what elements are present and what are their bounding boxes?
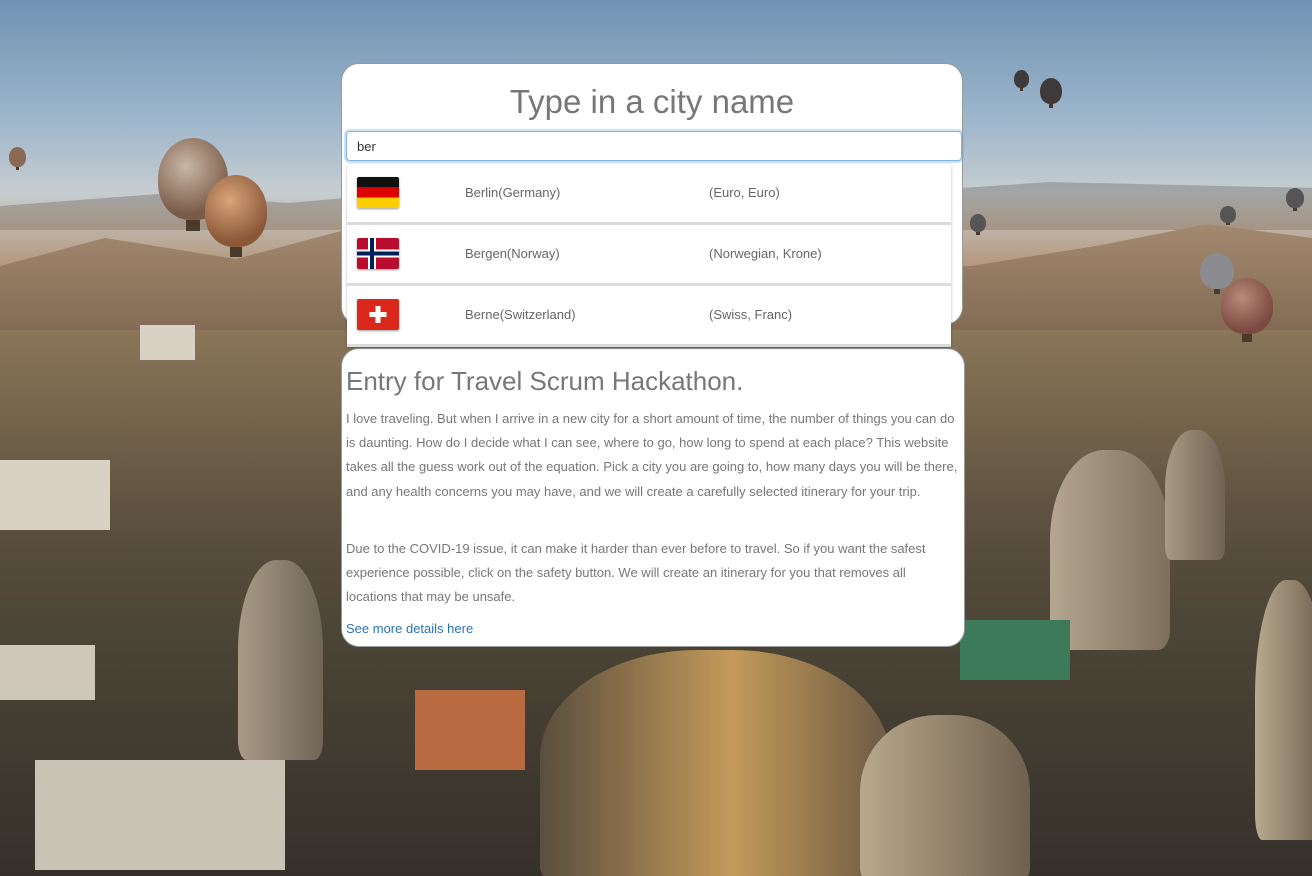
suggestion-city: Bergen(Norway) xyxy=(465,246,560,261)
suggestion-currency: (Swiss, Franc) xyxy=(709,307,793,322)
info-card: Entry for Travel Scrum Hackathon. I love… xyxy=(341,348,965,647)
suggestion-city: Berlin(Germany) xyxy=(465,185,561,200)
suggestion-currency: (Norwegian, Krone) xyxy=(709,246,822,261)
suggestion-currency: (Euro, Euro) xyxy=(709,185,780,200)
city-search-input[interactable] xyxy=(346,131,962,161)
suggestion-item-bergen[interactable]: Bergen(Norway) (Norwegian, Krone) xyxy=(347,225,951,286)
norway-flag-icon xyxy=(357,238,399,269)
suggestion-item-berlin[interactable]: Berlin(Germany) (Euro, Euro) xyxy=(347,164,951,225)
suggestion-city: Berne(Switzerland) xyxy=(465,307,576,322)
germany-flag-icon xyxy=(357,177,399,208)
city-suggestions-list: Berlin(Germany) (Euro, Euro) Bergen(Norw… xyxy=(347,164,951,347)
info-title: Entry for Travel Scrum Hackathon. xyxy=(346,366,744,396)
switzerland-flag-icon xyxy=(357,299,399,330)
suggestion-item-berne[interactable]: Berne(Switzerland) (Swiss, Franc) xyxy=(347,286,951,347)
info-paragraph-covid: Due to the COVID-19 issue, it can make i… xyxy=(346,541,926,605)
see-more-details-link[interactable]: See more details here xyxy=(346,621,473,636)
search-title: Type in a city name xyxy=(509,83,795,120)
info-paragraph-intro: I love traveling. But when I arrive in a… xyxy=(346,411,958,499)
